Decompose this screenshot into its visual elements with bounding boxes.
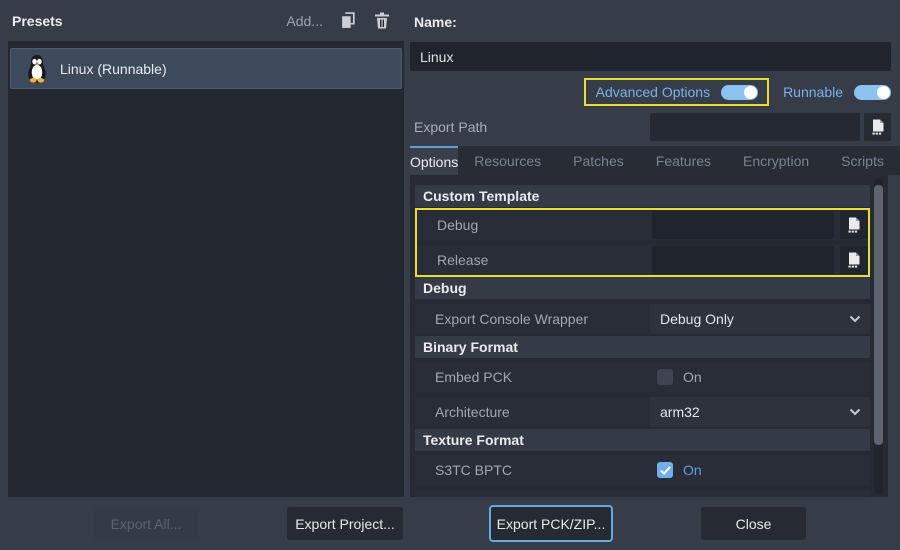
property-label: Embed PCK (415, 369, 650, 385)
tab-patches[interactable]: Patches (557, 146, 640, 175)
export-all-button[interactable]: Export All... (93, 507, 199, 540)
section-binary-format: Binary Format (415, 336, 870, 358)
scrollbar-thumb[interactable] (874, 185, 883, 445)
options-scrollbar[interactable] (874, 179, 883, 494)
property-label: Release (417, 252, 652, 268)
advanced-options-toggle[interactable] (721, 85, 758, 100)
export-pck-zip-button[interactable]: Export PCK/ZIP... (489, 505, 613, 542)
duplicate-preset-button[interactable] (339, 12, 357, 30)
debug-template-input[interactable] (652, 211, 834, 239)
export-path-label: Export Path (410, 119, 487, 135)
section-custom-template: Custom Template (415, 185, 870, 207)
preset-item-linux[interactable]: Linux (Runnable) (10, 48, 402, 89)
tab-encryption[interactable]: Encryption (727, 146, 825, 175)
toggles-row: Advanced Options Runnable (410, 76, 891, 108)
s3tc-bptc-checkbox[interactable] (657, 462, 673, 478)
property-row-export-console-wrapper: Export Console Wrapper Debug Only (415, 304, 870, 334)
tab-resources[interactable]: Resources (458, 146, 557, 175)
export-path-input[interactable] (650, 113, 860, 141)
presets-title: Presets (12, 13, 63, 29)
toggle-knob (744, 86, 757, 99)
file-browse-icon (846, 252, 862, 268)
dropdown-value: arm32 (660, 404, 700, 420)
tab-scripts[interactable]: Scripts (825, 146, 900, 175)
checkbox-label: On (683, 462, 702, 478)
property-row-etc2-astc: ETC2 ASTC On (415, 490, 870, 497)
property-label: Architecture (415, 404, 650, 420)
copy-icon (340, 12, 357, 29)
tab-bar: Options Resources Patches Features Encry… (410, 146, 888, 175)
export-project-button[interactable]: Export Project... (287, 507, 403, 540)
property-row-debug: Debug (417, 210, 868, 240)
runnable-toggle[interactable] (854, 85, 891, 100)
linux-penguin-icon (25, 54, 49, 84)
section-debug: Debug (415, 277, 870, 299)
file-browse-icon (846, 217, 862, 233)
custom-template-highlight: Debug Release (415, 208, 870, 277)
dropdown-value: Debug Only (660, 311, 734, 327)
preset-item-label: Linux (Runnable) (60, 61, 167, 77)
property-row-architecture: Architecture arm32 (415, 397, 870, 427)
advanced-options-highlight: Advanced Options (584, 78, 769, 106)
chevron-down-icon (849, 408, 861, 416)
advanced-options-label: Advanced Options (596, 84, 710, 100)
file-browse-icon (870, 119, 886, 135)
presets-list: Linux (Runnable) (8, 41, 404, 497)
close-button[interactable]: Close (701, 507, 806, 540)
chevron-down-icon (849, 315, 861, 323)
architecture-dropdown[interactable]: arm32 (650, 397, 870, 427)
options-panel: Custom Template Debug (410, 175, 888, 497)
property-label: Export Console Wrapper (415, 311, 650, 327)
export-path-browse-button[interactable] (864, 113, 891, 141)
property-row-embed-pck: Embed PCK On (415, 362, 870, 392)
add-preset-button[interactable]: Add... (286, 13, 323, 29)
trash-icon (374, 12, 390, 29)
preset-name-value: Linux (420, 49, 453, 65)
property-label: Debug (417, 217, 652, 233)
debug-template-browse-button[interactable] (840, 211, 868, 239)
property-row-s3tc-bptc: S3TC BPTC On (415, 455, 870, 485)
export-console-wrapper-dropdown[interactable]: Debug Only (650, 304, 870, 334)
name-label: Name: (414, 14, 457, 30)
release-template-browse-button[interactable] (840, 246, 868, 274)
presets-header: Presets Add... (0, 0, 404, 41)
delete-preset-button[interactable] (373, 12, 391, 30)
checkmark-icon (660, 466, 671, 475)
property-row-release: Release (417, 245, 868, 275)
toggle-knob (877, 86, 890, 99)
release-template-input[interactable] (652, 246, 834, 274)
export-path-row: Export Path (410, 112, 891, 142)
preset-name-input[interactable]: Linux (410, 42, 891, 71)
runnable-label: Runnable (783, 84, 843, 100)
embed-pck-checkbox[interactable] (657, 369, 673, 385)
checkbox-label: On (683, 369, 702, 385)
property-label: S3TC BPTC (415, 462, 650, 478)
tab-options[interactable]: Options (410, 146, 458, 175)
tab-features[interactable]: Features (640, 146, 727, 175)
section-texture-format: Texture Format (415, 429, 870, 451)
